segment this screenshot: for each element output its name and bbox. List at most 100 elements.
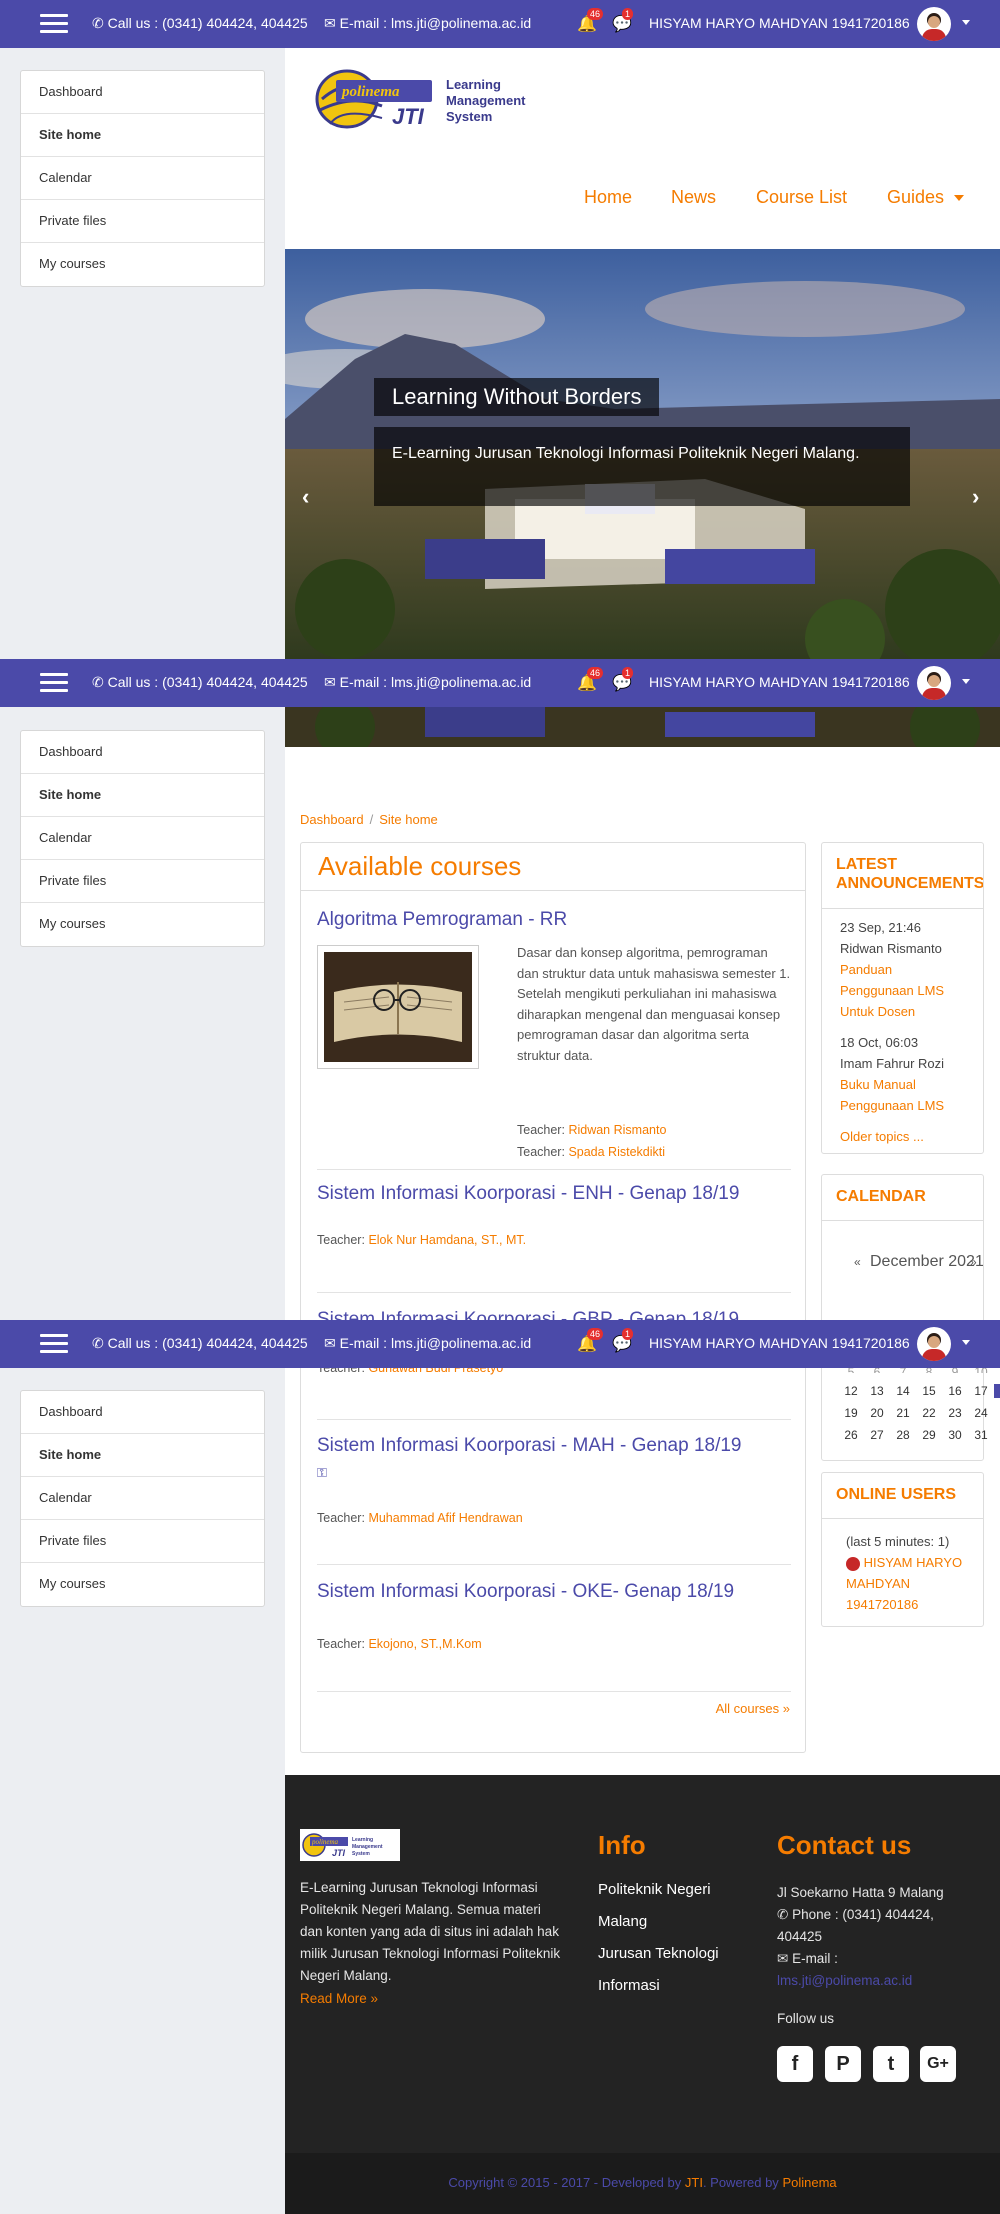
- breadcrumb-site-home[interactable]: Site home: [379, 812, 438, 827]
- user-menu-caret-icon[interactable]: [962, 679, 970, 684]
- hamburger-menu-icon[interactable]: [40, 1334, 68, 1354]
- calendar-day[interactable]: 17: [968, 1384, 994, 1398]
- course-name-link[interactable]: Sistem Informasi Koorporasi - OKE- Genap…: [317, 1581, 791, 1603]
- nav-item-my-courses[interactable]: My courses: [21, 1563, 264, 1606]
- twitter-icon[interactable]: t: [873, 2046, 909, 2082]
- copyright-powered-link[interactable]: Polinema: [782, 2175, 836, 2190]
- call-us-text: ✆ Call us : (0341) 404424, 404425: [92, 15, 308, 31]
- calendar-day[interactable]: 24: [968, 1406, 994, 1420]
- user-avatar[interactable]: [917, 7, 951, 41]
- announcement-link[interactable]: Panduan Penggunaan LMS Untuk Dosen: [840, 959, 965, 1022]
- nav-item-dashboard[interactable]: Dashboard: [21, 731, 264, 774]
- calendar-day[interactable]: 25: [994, 1406, 1000, 1420]
- all-courses-link[interactable]: All courses »: [716, 1701, 790, 1716]
- teacher-link[interactable]: Ridwan Rismanto: [568, 1123, 666, 1137]
- calendar-day[interactable]: 16: [942, 1384, 968, 1398]
- footer-read-more-link[interactable]: Read More »: [300, 1988, 378, 2010]
- course-image[interactable]: [317, 945, 479, 1069]
- nav-item-calendar[interactable]: Calendar: [21, 1477, 264, 1520]
- teacher-link[interactable]: Elok Nur Hamdana, ST., MT.: [368, 1233, 526, 1247]
- calendar-day[interactable]: 12: [838, 1384, 864, 1398]
- menu-course-list[interactable]: Course List: [756, 187, 847, 208]
- announcement-author: Imam Fahrur Rozi: [840, 1056, 945, 1071]
- menu-home[interactable]: Home: [584, 187, 632, 208]
- nav-item-my-courses[interactable]: My courses: [21, 903, 264, 946]
- calendar-day[interactable]: 19: [838, 1406, 864, 1420]
- hamburger-menu-icon[interactable]: [40, 673, 68, 693]
- slider-prev-arrow-icon[interactable]: ‹: [302, 484, 309, 510]
- nav-item-site-home[interactable]: Site home: [21, 114, 264, 157]
- pinterest-icon[interactable]: P: [825, 2046, 861, 2082]
- google-plus-icon[interactable]: G+: [920, 2046, 956, 2082]
- logo-text-learning: Learning: [446, 77, 501, 92]
- user-avatar[interactable]: [917, 666, 951, 700]
- top-navbar: ✆ Call us : (0341) 404424, 404425 ✉ E-ma…: [0, 1320, 1000, 1368]
- messages-chat-icon[interactable]: 💬 1: [612, 667, 634, 693]
- nav-item-dashboard[interactable]: Dashboard: [21, 71, 264, 114]
- site-logo[interactable]: polinema JTI Learning Management System: [312, 62, 572, 136]
- nav-item-private-files[interactable]: Private files: [21, 1520, 264, 1563]
- notification-count-badge: 46: [587, 8, 604, 20]
- messages-chat-icon[interactable]: 💬 1: [612, 1328, 634, 1354]
- svg-text:Learning: Learning: [352, 1837, 373, 1843]
- footer-email-link[interactable]: lms.jti@polinema.ac.id: [777, 1970, 977, 1992]
- user-menu-caret-icon[interactable]: [962, 1340, 970, 1345]
- user-name-link[interactable]: HISYAM HARYO MAHDYAN 1941720186: [649, 674, 910, 690]
- teacher-link[interactable]: Muhammad Afif Hendrawan: [368, 1511, 522, 1525]
- nav-item-calendar[interactable]: Calendar: [21, 817, 264, 860]
- nav-item-site-home[interactable]: Site home: [21, 1434, 264, 1477]
- announcement-link[interactable]: Buku Manual Penggunaan LMS: [840, 1074, 965, 1116]
- footer-info-link[interactable]: Politeknik Negeri Malang: [598, 1874, 738, 1938]
- calendar-day[interactable]: 31: [968, 1428, 994, 1442]
- teacher-link[interactable]: Ekojono, ST.,M.Kom: [368, 1637, 481, 1651]
- older-topics-link[interactable]: Older topics ...: [840, 1126, 965, 1147]
- calendar-day[interactable]: 13: [864, 1384, 890, 1398]
- calendar-day[interactable]: 14: [890, 1384, 916, 1398]
- footer-info-link[interactable]: Jurusan Teknologi Informasi: [598, 1938, 738, 2002]
- calendar-day[interactable]: 23: [942, 1406, 968, 1420]
- calendar-day[interactable]: 29: [916, 1428, 942, 1442]
- notifications-bell-icon[interactable]: 🔔 46: [577, 8, 604, 34]
- teacher-link[interactable]: Spada Ristekdikti: [568, 1145, 665, 1159]
- hamburger-menu-icon[interactable]: [40, 14, 68, 34]
- nav-item-private-files[interactable]: Private files: [21, 200, 264, 243]
- messages-chat-icon[interactable]: 💬 1: [612, 8, 634, 34]
- copyright-dev-link[interactable]: JTI: [685, 2175, 703, 2190]
- slider-next-arrow-icon[interactable]: ›: [972, 484, 979, 510]
- course-name-link[interactable]: Sistem Informasi Koorporasi - ENH - Gena…: [317, 1183, 791, 1205]
- calendar-day[interactable]: 26: [838, 1428, 864, 1442]
- calendar-prev-month-icon[interactable]: «: [854, 1255, 861, 1269]
- user-avatar[interactable]: [917, 1327, 951, 1361]
- user-name-link[interactable]: HISYAM HARYO MAHDYAN 1941720186: [649, 15, 910, 31]
- call-us-text: ✆ Call us : (0341) 404424, 404425: [92, 1335, 308, 1351]
- calendar-day[interactable]: 18: [994, 1384, 1000, 1398]
- calendar-day[interactable]: 21: [890, 1406, 916, 1420]
- calendar-next-month-icon[interactable]: »: [970, 1255, 977, 1269]
- nav-item-my-courses[interactable]: My courses: [21, 243, 264, 286]
- footer-logo[interactable]: polinema JTI Learning Management System: [300, 1829, 400, 1861]
- facebook-icon[interactable]: f: [777, 2046, 813, 2082]
- notifications-bell-icon[interactable]: 🔔 46: [577, 667, 604, 693]
- left-navigation: Dashboard Site home Calendar Private fil…: [20, 1390, 265, 1607]
- calendar-day[interactable]: 20: [864, 1406, 890, 1420]
- calendar-day[interactable]: 27: [864, 1428, 890, 1442]
- menu-news[interactable]: News: [671, 187, 716, 208]
- calendar-day[interactable]: 30: [942, 1428, 968, 1442]
- calendar-day[interactable]: 15: [916, 1384, 942, 1398]
- calendar-week-row: 19202122232425: [838, 1406, 1000, 1420]
- nav-item-calendar[interactable]: Calendar: [21, 157, 264, 200]
- breadcrumb-dashboard[interactable]: Dashboard: [300, 812, 364, 827]
- course-name-link[interactable]: Sistem Informasi Koorporasi - MAH - Gena…: [317, 1435, 791, 1457]
- calendar-day[interactable]: 22: [916, 1406, 942, 1420]
- nav-item-site-home[interactable]: Site home: [21, 774, 264, 817]
- course-name-link[interactable]: Algoritma Pemrograman - RR: [317, 909, 791, 931]
- nav-item-dashboard[interactable]: Dashboard: [21, 1391, 264, 1434]
- online-user-link[interactable]: HISYAM HARYO MAHDYAN 1941720186: [846, 1555, 962, 1612]
- nav-item-private-files[interactable]: Private files: [21, 860, 264, 903]
- user-name-link[interactable]: HISYAM HARYO MAHDYAN 1941720186: [649, 1335, 910, 1351]
- menu-guides[interactable]: Guides: [887, 187, 965, 208]
- online-user-avatar-icon: [846, 1556, 860, 1571]
- calendar-day[interactable]: 28: [890, 1428, 916, 1442]
- user-menu-caret-icon[interactable]: [962, 20, 970, 25]
- notifications-bell-icon[interactable]: 🔔 46: [577, 1328, 604, 1354]
